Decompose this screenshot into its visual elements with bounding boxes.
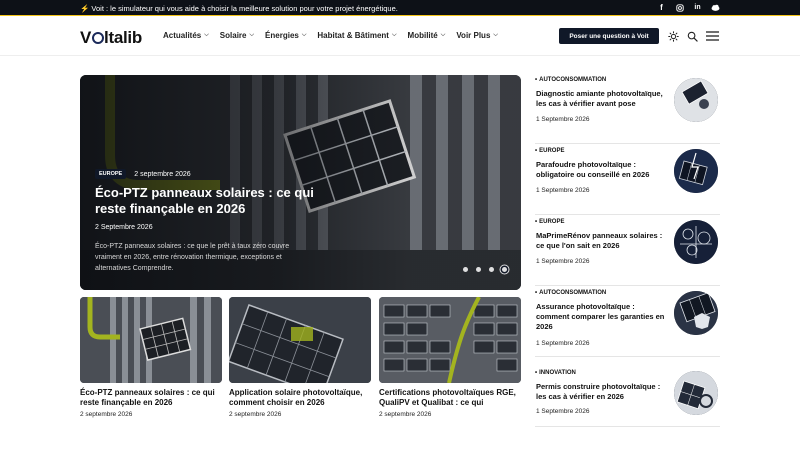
menu-label: Énergies [265,31,299,40]
sidebar-date: 1 Septembre 2026 [536,408,590,415]
sidebar-title[interactable]: Assurance photovoltaïque : comment compa… [536,302,668,332]
card-image[interactable] [80,297,222,383]
bullet-icon: • [535,290,538,296]
sidebar-thumbnail[interactable] [674,220,718,264]
social-links: f in [657,3,720,12]
slider-dot-active[interactable] [502,267,507,272]
sidebar-title[interactable]: Parafoudre photovoltaïque : obligatoire … [536,160,668,180]
chevron-down-icon: ⌵ [204,32,209,38]
chevron-down-icon: ⌵ [493,32,498,38]
sidebar-date: 1 Septembre 2026 [536,258,590,265]
menu: Actualités ⌵ Solaire ⌵ Énergies ⌵ Habitat &… [163,31,498,40]
site-logo[interactable]: Vltalib [80,28,142,48]
facebook-icon[interactable]: f [657,3,666,12]
card-image[interactable] [379,297,521,383]
category-label: EUROPE [539,148,565,154]
hero-meta: EUROPE 2 septembre 2026 [95,169,191,179]
sidebar-title[interactable]: MaPrimeRénov panneaux solaires : ce que … [536,231,668,251]
sidebar-category[interactable]: • EUROPE [535,148,564,154]
top-banner: ⚡ Voit : le simulateur qui vous aide à c… [0,0,800,16]
banner-text[interactable]: ⚡ Voit : le simulateur qui vous aide à c… [80,4,398,13]
cloud-icon[interactable] [711,3,720,12]
bullet-icon: • [535,148,538,154]
menu-item-actualites[interactable]: Actualités ⌵ [163,31,209,40]
search-icon[interactable] [686,30,698,42]
hero-date-top: 2 septembre 2026 [134,170,191,178]
hero-title[interactable]: Éco-PTZ panneaux solaires : ce qui reste… [95,185,335,217]
sidebar-date: 1 Septembre 2026 [536,340,590,347]
sidebar-article[interactable]: • EUROPE MaPrimeRénov panneaux solaires :… [535,216,720,286]
hero-date: 2 Septembre 2026 [95,224,153,231]
sidebar-title[interactable]: Diagnostic amiante photovoltaïque, les c… [536,89,668,109]
sidebar-category[interactable]: • EUROPE [535,219,564,225]
category-label: AUTOCONSOMMATION [539,290,607,296]
menu-item-voir-plus[interactable]: Voir Plus ⌵ [456,31,498,40]
category-label: INNOVATION [539,370,576,376]
ask-voit-button[interactable]: Poser une question à Voit [559,28,659,44]
category-badge[interactable]: EUROPE [95,169,127,179]
sidebar-title[interactable]: Permis construire photovoltaïque : les c… [536,382,668,402]
article-card[interactable]: Application solaire photovoltaïque, comm… [229,297,371,418]
sidebar-article[interactable]: • AUTOCONSOMMATION Assurance photovoltaïq… [535,287,720,357]
sidebar-category[interactable]: • INNOVATION [535,370,576,376]
logo-letter: V [80,28,92,47]
card-title[interactable]: Éco-PTZ panneaux solaires : ce qui reste… [80,388,222,408]
menu-label: Voir Plus [456,31,491,40]
main-nav: Vltalib Actualités ⌵ Solaire ⌵ Énergies ⌵ H… [0,16,800,56]
chevron-down-icon: ⌵ [391,32,397,38]
logo-ring-icon [91,32,104,44]
bullet-icon: • [535,219,538,225]
card-title[interactable]: Certifications photovoltaïques RGE, Qual… [379,388,521,408]
sidebar-thumbnail[interactable] [674,149,718,193]
sidebar-thumbnail[interactable] [674,371,718,415]
card-date: 2 septembre 2026 [80,411,133,418]
sidebar-article[interactable]: • EUROPE Parafoudre photovoltaïque : obli… [535,145,720,215]
bullet-icon: • [535,370,538,376]
sidebar-article[interactable]: • INNOVATION Permis construire photovolta… [535,367,720,427]
card-title[interactable]: Application solaire photovoltaïque, comm… [229,388,371,408]
menu-label: Actualités [163,31,202,40]
menu-item-habitat[interactable]: Habitat & Bâtiment ⌵ [317,31,396,40]
logo-text: ltalib [104,28,142,47]
bullet-icon: • [535,77,538,83]
sidebar-thumbnail[interactable] [674,291,718,335]
card-image[interactable] [229,297,371,383]
chevron-down-icon: ⌵ [440,32,446,38]
sidebar-date: 1 Septembre 2026 [536,116,590,123]
hero-excerpt: Éco-PTZ panneaux solaires : ce que le pr… [95,243,290,272]
menu-item-energies[interactable]: Énergies ⌵ [265,31,306,40]
sidebar-category[interactable]: • AUTOCONSOMMATION [535,77,606,83]
menu-label: Habitat & Bâtiment [317,31,389,40]
menu-label: Solaire [219,31,247,40]
sun-icon[interactable] [667,30,679,42]
menu-label: Mobilité [407,31,438,40]
hero-article[interactable]: EUROPE 2 septembre 2026 Éco-PTZ panneaux… [80,75,521,290]
sidebar-date: 1 Septembre 2026 [536,187,590,194]
category-label: EUROPE [539,219,565,225]
slider-dot[interactable] [489,267,494,272]
instagram-icon[interactable] [675,3,684,12]
slider-dot[interactable] [463,267,468,272]
sidebar-category[interactable]: • AUTOCONSOMMATION [535,290,606,296]
linkedin-icon[interactable]: in [693,3,702,12]
article-card[interactable]: Éco-PTZ panneaux solaires : ce qui reste… [80,297,222,418]
chevron-down-icon: ⌵ [301,32,307,38]
slider-dots [463,267,507,272]
sidebar-thumbnail[interactable] [674,78,718,122]
slider-dot[interactable] [476,267,481,272]
menu-item-mobilite[interactable]: Mobilité ⌵ [408,31,446,40]
category-label: AUTOCONSOMMATION [539,77,607,83]
card-date: 2 septembre 2026 [379,411,432,418]
chevron-down-icon: ⌵ [249,32,255,38]
article-card[interactable]: Certifications photovoltaïques RGE, Qual… [379,297,521,418]
menu-item-solaire[interactable]: Solaire ⌵ [220,31,254,40]
card-date: 2 septembre 2026 [229,411,282,418]
sidebar-article[interactable]: • AUTOCONSOMMATION Diagnostic amiante pho… [535,74,720,144]
menu-icon[interactable] [705,30,719,42]
